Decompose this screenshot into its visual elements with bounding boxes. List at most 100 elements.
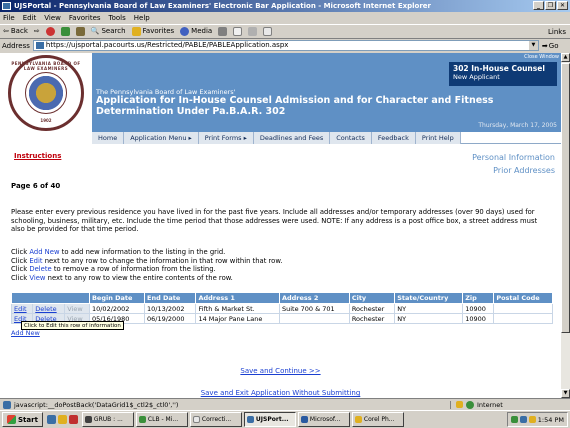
history-button[interactable] <box>218 25 228 38</box>
instructions-link[interactable]: Instructions <box>14 152 61 160</box>
forward-button[interactable]: ⇨ <box>34 25 40 38</box>
search-button[interactable]: 🔍 Search <box>91 25 126 38</box>
stop-button[interactable] <box>45 25 55 38</box>
menu-help[interactable]: Help <box>134 12 150 24</box>
close-button[interactable]: ✕ <box>557 1 568 10</box>
window-titlebar: UJSPortal - Pennsylvania Board of Law Ex… <box>0 0 570 12</box>
nav-deadlines-fees[interactable]: Deadlines and Fees <box>254 132 331 144</box>
help-view-link[interactable]: View <box>29 274 45 282</box>
section-personal-information[interactable]: Personal Information <box>472 151 555 164</box>
cell-city: Rochester <box>348 303 396 314</box>
help-delete-link[interactable]: Delete <box>29 265 51 273</box>
system-tray: 1:54 PM <box>506 412 568 427</box>
home-button[interactable] <box>75 25 85 38</box>
nav-feedback[interactable]: Feedback <box>372 132 416 144</box>
task-grub[interactable]: GRUB : ... <box>81 412 134 427</box>
media-button[interactable]: Media <box>180 25 212 38</box>
excel-icon <box>138 416 146 423</box>
nav-print-help[interactable]: Print Help <box>416 132 461 144</box>
address-dropdown-icon[interactable]: ▼ <box>528 41 538 50</box>
internet-zone-icon <box>466 400 474 409</box>
intro-text: Please enter every previous residence yo… <box>11 208 538 233</box>
scroll-down-icon[interactable]: ▼ <box>561 389 570 398</box>
network-icon[interactable] <box>510 416 518 423</box>
close-window-link[interactable]: Close Window <box>524 54 559 60</box>
grid-header-zip: Zip <box>462 292 495 304</box>
ie-icon <box>2 2 11 10</box>
refresh-button[interactable] <box>60 25 70 38</box>
maximize-button[interactable]: ❐ <box>545 1 556 10</box>
help-add-new-link[interactable]: Add New <box>29 248 59 256</box>
nav-bar: Home Application Menu ▸ Print Forms ▸ De… <box>0 132 561 144</box>
cell-state: NY <box>394 313 464 324</box>
mail-button[interactable] <box>233 25 243 38</box>
refresh-icon <box>60 27 70 36</box>
clock[interactable]: 1:54 PM <box>538 416 564 424</box>
back-button[interactable]: ⇦ Back <box>3 25 28 38</box>
section-prior-addresses[interactable]: Prior Addresses <box>472 164 555 177</box>
cell-begin-date: 10/02/2002 <box>88 303 146 314</box>
scroll-thumb[interactable] <box>561 63 570 333</box>
address-grid: Begin Date End Date Address 1 Address 2 … <box>10 292 553 324</box>
go-button[interactable]: ➡ Go <box>542 42 559 50</box>
grid-header-address1: Address 1 <box>195 292 280 304</box>
mail-icon <box>233 27 243 36</box>
status-text: javascript:__doPostBack('DataGrid1$_ctl2… <box>14 400 179 409</box>
nav-contacts[interactable]: Contacts <box>330 132 372 144</box>
quick-launch <box>46 415 78 424</box>
shield-icon[interactable] <box>519 416 527 423</box>
cell-city: Rochester <box>348 313 396 324</box>
task-corel[interactable]: Corel Ph... <box>351 412 404 427</box>
volume-icon[interactable] <box>528 416 536 423</box>
folder-quicklaunch-icon[interactable] <box>57 415 67 424</box>
task-microsoft[interactable]: Microsof... <box>297 412 350 427</box>
task-correction[interactable]: Correcti... <box>189 412 242 427</box>
menu-view[interactable]: View <box>44 12 61 24</box>
nav-print-forms[interactable]: Print Forms ▸ <box>199 132 254 144</box>
scroll-up-icon[interactable]: ▲ <box>561 53 570 62</box>
application-type-box: 302 In-House Counsel New Applicant <box>449 62 557 86</box>
task-ujsportal[interactable]: UJSPort... <box>243 412 296 427</box>
save-exit-link[interactable]: Save and Exit Application Without Submit… <box>0 389 561 397</box>
seal-text: PENNSYLVANIA BOARD OF LAW EXAMINERS <box>11 61 81 71</box>
links-button[interactable]: Links <box>548 25 566 40</box>
address-label: Address <box>2 41 30 50</box>
window-title: UJSPortal - Pennsylvania Board of Law Ex… <box>14 2 431 10</box>
address-input[interactable]: https://ujsportal.pacourts.us/Restricted… <box>32 40 539 51</box>
browser-toolbar: ⇦ Back ⇨ 🔍 Search Favorites Media Links <box>0 24 570 39</box>
menu-tools[interactable]: Tools <box>109 12 126 24</box>
save-continue-link[interactable]: Save and Continue >> <box>0 367 561 375</box>
history-icon <box>218 27 228 36</box>
site-header: PENNSYLVANIA BOARD OF LAW EXAMINERS 1902… <box>0 53 561 132</box>
start-button[interactable]: Start <box>2 412 43 427</box>
help-text: Click Add New to add new information to … <box>11 248 283 282</box>
address-url: https://ujsportal.pacourts.us/Restricted… <box>45 41 289 49</box>
grid-header-begin-date: Begin Date <box>88 292 146 304</box>
grid-header-state: State/Country <box>394 292 464 304</box>
word-icon <box>300 416 308 423</box>
ie-quicklaunch-icon[interactable] <box>46 415 56 424</box>
help-edit-link[interactable]: Edit <box>29 257 42 265</box>
nav-application-menu[interactable]: Application Menu ▸ <box>124 132 199 144</box>
delete-row-button[interactable]: Delete <box>32 303 66 314</box>
app-quicklaunch-icon[interactable] <box>68 415 78 424</box>
cell-address2 <box>278 313 350 324</box>
edit-row-button[interactable]: Edit <box>10 303 34 314</box>
minimize-button[interactable]: _ <box>533 1 544 10</box>
print-button[interactable] <box>248 25 258 38</box>
menu-file[interactable]: File <box>3 12 15 24</box>
edit-page-button[interactable] <box>263 25 273 38</box>
add-new-link[interactable]: Add New <box>11 329 40 337</box>
task-clb[interactable]: CLB - Mi... <box>135 412 188 427</box>
menu-favorites[interactable]: Favorites <box>69 12 101 24</box>
page-viewport: PENNSYLVANIA BOARD OF LAW EXAMINERS 1902… <box>0 53 561 398</box>
page-icon <box>35 42 44 49</box>
lock-icon <box>456 401 463 408</box>
favorites-button[interactable]: Favorites <box>131 25 174 38</box>
vertical-scrollbar[interactable]: ▲ ▼ <box>561 53 570 398</box>
zone-label: Internet <box>477 400 503 409</box>
menu-edit[interactable]: Edit <box>23 12 37 24</box>
view-row-button[interactable]: View <box>64 303 90 314</box>
home-icon <box>75 27 85 36</box>
nav-home[interactable]: Home <box>92 132 125 144</box>
